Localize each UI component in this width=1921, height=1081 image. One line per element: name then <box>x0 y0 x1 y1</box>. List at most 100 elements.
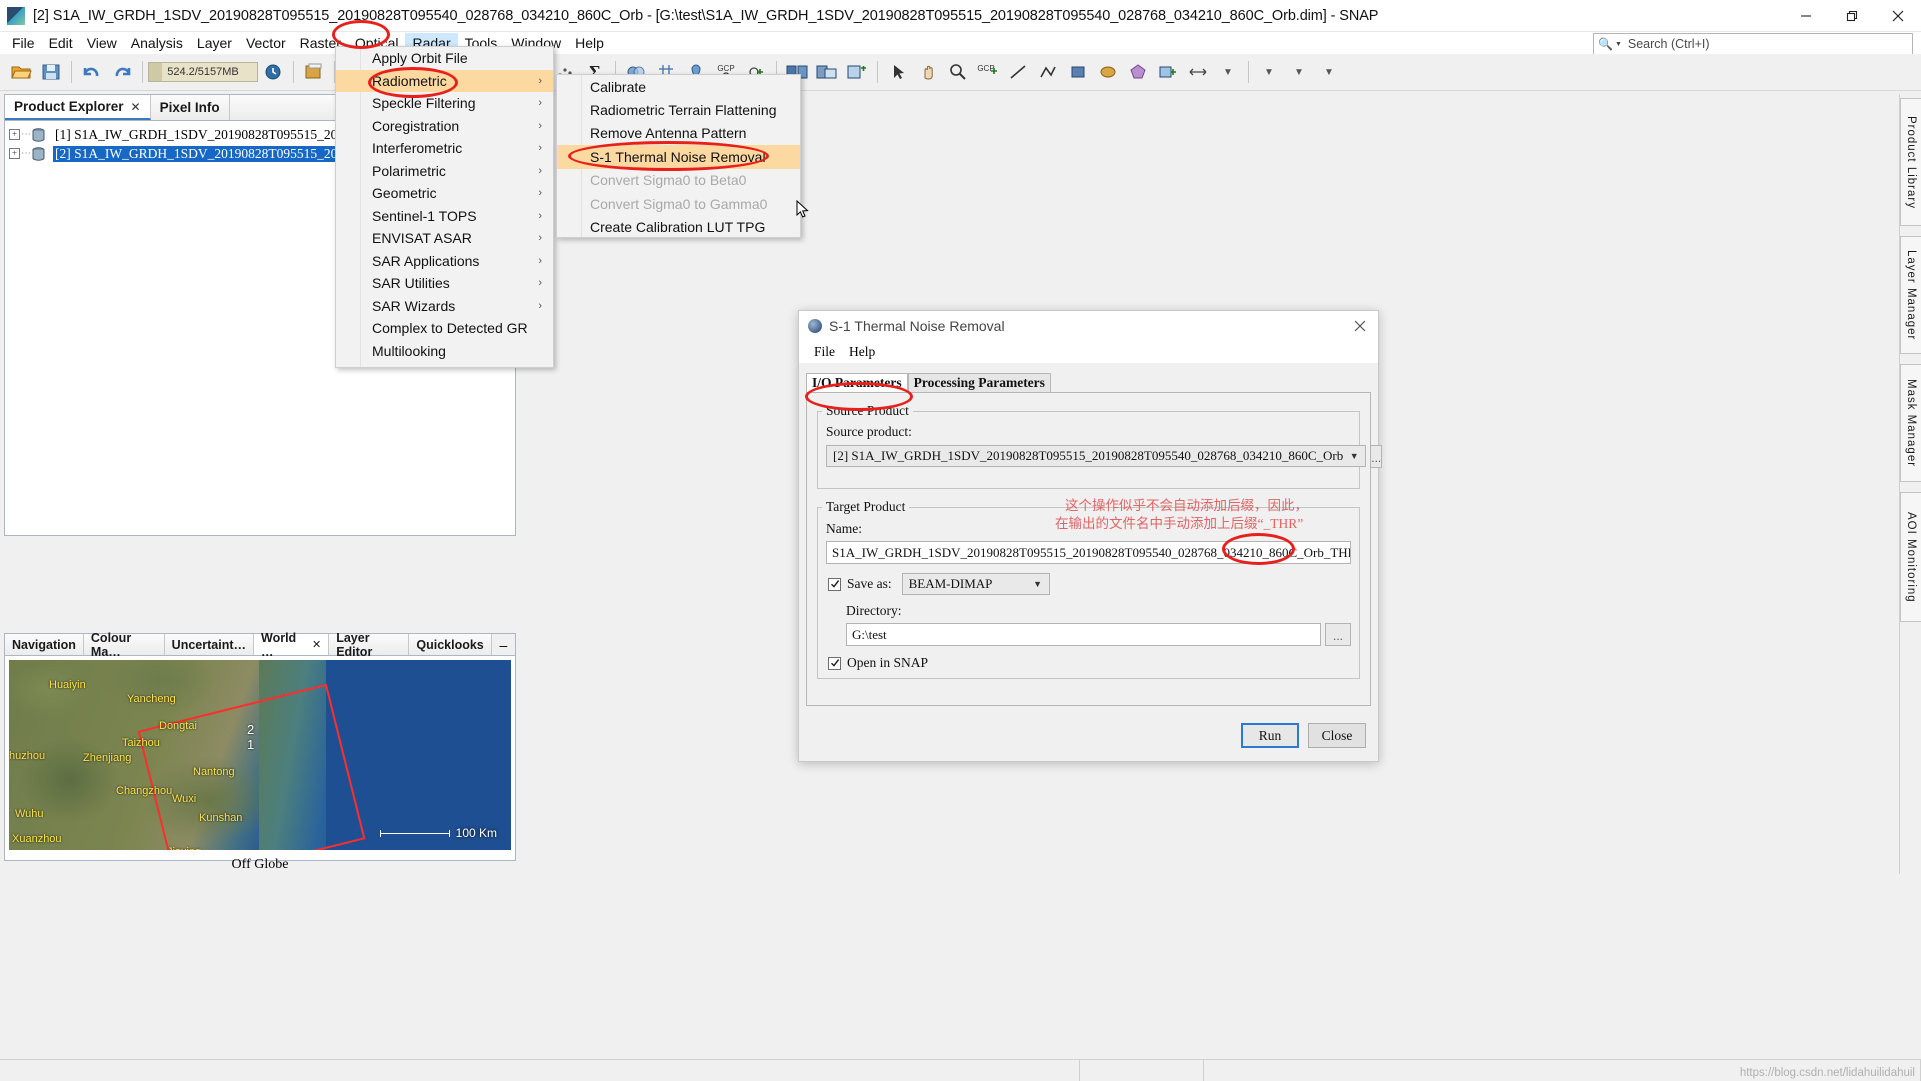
menu-edit[interactable]: Edit <box>42 33 80 53</box>
polyline-drawing-icon[interactable] <box>1033 57 1063 87</box>
dialog-menu-help[interactable]: Help <box>842 343 882 361</box>
dialog-close-button[interactable] <box>1342 311 1378 341</box>
polygon-drawing-icon[interactable] <box>1123 57 1153 87</box>
expand-icon[interactable]: + <box>9 148 20 159</box>
menu-file[interactable]: File <box>5 33 42 53</box>
expand-icon[interactable]: + <box>9 129 20 140</box>
tab-pixel-info[interactable]: Pixel Info <box>150 95 230 120</box>
tab-navigation[interactable]: Navigation <box>5 634 84 655</box>
run-button[interactable]: Run <box>1241 723 1299 748</box>
pan-tool-icon[interactable] <box>913 57 943 87</box>
menu-item-complex-to-detected-gr[interactable]: Complex to Detected GR <box>336 317 553 340</box>
submenu-item-create-calibration-lut-tpg[interactable]: Create Calibration LUT TPG <box>557 215 800 238</box>
band-maths-icon[interactable] <box>842 57 872 87</box>
menu-item-multilooking[interactable]: Multilooking <box>336 340 553 363</box>
undo-icon[interactable] <box>77 57 107 87</box>
menu-view[interactable]: View <box>80 33 124 53</box>
zoom-tool-icon[interactable] <box>943 57 973 87</box>
close-button[interactable]: Close <box>1308 723 1366 748</box>
open-in-snap-checkbox[interactable] <box>828 656 841 670</box>
source-product-combobox[interactable]: [2] S1A_IW_GRDH_1SDV_20190828T095515_201… <box>826 445 1367 467</box>
close-icon[interactable]: ✕ <box>131 100 141 114</box>
menu-help[interactable]: Help <box>568 33 611 53</box>
product-library-icon[interactable] <box>299 57 329 87</box>
rectangle-drawing-icon[interactable] <box>1063 57 1093 87</box>
dock-tab-aoi-monitoring[interactable]: AOI Monitoring <box>1900 492 1921 622</box>
gcp-tool-icon[interactable]: GCP <box>973 57 1003 87</box>
submenu-item-convert-sigma0-to-beta0: Convert Sigma0 to Beta0 <box>590 172 747 189</box>
tab-uncertainty[interactable]: Uncertaint… <box>164 634 254 655</box>
save-as-checkbox[interactable] <box>828 577 841 591</box>
menu-item-sar-wizards[interactable]: SAR Wizards › <box>336 295 553 318</box>
menu-item-apply-orbit-file[interactable]: Apply Orbit File <box>336 47 553 70</box>
chevron-down-icon[interactable]: ▼ <box>1343 451 1365 461</box>
tab-processing-parameters[interactable]: Processing Parameters <box>907 373 1051 393</box>
tab-quicklooks[interactable]: Quicklooks <box>409 634 492 655</box>
menu-item-geometric[interactable]: Geometric › <box>336 182 553 205</box>
target-name-input[interactable]: S1A_IW_GRDH_1SDV_20190828T095515_2019082… <box>826 541 1351 564</box>
tab-colour-manipulation[interactable]: Colour Ma… <box>83 631 165 659</box>
dock-tab-mask-manager[interactable]: Mask Manager <box>1900 364 1921 482</box>
minimize-button[interactable] <box>1783 0 1829 32</box>
chevron-right-icon: › <box>538 232 542 245</box>
session-icon[interactable] <box>258 57 288 87</box>
product-database-icon <box>31 127 46 142</box>
submenu-item-remove-antenna-pattern[interactable]: Remove Antenna Pattern <box>557 122 800 145</box>
menu-layer[interactable]: Layer <box>190 33 239 53</box>
source-product-browse-button[interactable]: ... <box>1370 445 1383 468</box>
restore-button[interactable] <box>1829 0 1875 32</box>
city-label: Huaiyin <box>49 679 86 691</box>
range-finder-icon[interactable] <box>1183 57 1213 87</box>
city-label: Wuxi <box>172 793 197 805</box>
menu-item-interferometric[interactable]: Interferometric › <box>336 137 553 160</box>
menu-item-coregistration[interactable]: Coregistration › <box>336 115 553 138</box>
selection-tool-icon[interactable] <box>883 57 913 87</box>
save-product-icon[interactable] <box>36 57 66 87</box>
insert-icon[interactable] <box>1153 57 1183 87</box>
memory-usage-indicator[interactable]: 524.2/5157MB <box>148 62 258 82</box>
submenu-item-calibrate[interactable]: Calibrate <box>557 75 800 98</box>
menu-item-polarimetric[interactable]: Polarimetric › <box>336 160 553 183</box>
directory-browse-button[interactable]: ... <box>1325 623 1351 646</box>
open-product-icon[interactable] <box>6 57 36 87</box>
minimize-panel-button[interactable]: – <box>492 634 515 655</box>
target-name-label: Name: <box>826 521 862 536</box>
line-drawing-icon[interactable] <box>1003 57 1033 87</box>
dialog-menu-file[interactable]: File <box>807 343 842 361</box>
overflow-chevron-3-icon[interactable]: ▼ <box>1314 57 1344 87</box>
menu-item-sentinel-1-tops[interactable]: Sentinel-1 TOPS › <box>336 205 553 228</box>
tab-layer-editor[interactable]: Layer Editor <box>329 631 410 659</box>
tab-product-explorer[interactable]: Product Explorer ✕ <box>5 95 151 120</box>
dock-tab-layer-manager-label: Layer Manager <box>1905 249 1917 341</box>
menu-vector[interactable]: Vector <box>239 33 293 53</box>
menu-item-sar-utilities[interactable]: SAR Utilities › <box>336 272 553 295</box>
redo-icon[interactable] <box>107 57 137 87</box>
directory-input[interactable]: G:\test <box>846 623 1321 646</box>
format-combobox[interactable]: BEAM-DIMAP ▼ <box>901 573 1050 595</box>
ellipse-drawing-icon[interactable] <box>1093 57 1123 87</box>
close-icon[interactable]: ✕ <box>312 638 321 651</box>
snap-logo-icon <box>7 6 25 25</box>
world-map-canvas[interactable]: Huaiyin Yancheng Dongtai Taizhou Zhenjia… <box>9 660 511 850</box>
subset-icon[interactable] <box>812 57 842 87</box>
tab-world-view[interactable]: World … ✕ <box>254 631 330 659</box>
menu-item-speckle-filtering[interactable]: Speckle Filtering › <box>336 92 553 115</box>
menu-item-radiometric[interactable]: Radiometric › <box>336 69 553 92</box>
search-input[interactable]: 🔍 ▼ Search (Ctrl+I) <box>1593 33 1913 55</box>
more-icon[interactable]: ▼ <box>1213 57 1243 87</box>
dock-tab-layer-manager[interactable]: Layer Manager <box>1900 236 1921 354</box>
overflow-chevron-1-icon[interactable]: ▼ <box>1254 57 1284 87</box>
menu-item-envisat-asar[interactable]: ENVISAT ASAR › <box>336 227 553 250</box>
chevron-down-icon[interactable]: ▼ <box>1027 579 1049 589</box>
submenu-item-s1-thermal-noise-removal[interactable]: S-1 Thermal Noise Removal <box>557 145 800 169</box>
tab-io-parameters[interactable]: I/O Parameters <box>806 373 908 393</box>
overflow-chevron-2-icon[interactable]: ▼ <box>1284 57 1314 87</box>
chevron-right-icon: › <box>538 254 542 267</box>
city-label: Taizhou <box>122 737 160 749</box>
title-bar: [2] S1A_IW_GRDH_1SDV_20190828T095515_201… <box>0 0 1921 32</box>
submenu-item-radiometric-terrain-flattening[interactable]: Radiometric Terrain Flattening <box>557 98 800 121</box>
menu-item-sar-applications[interactable]: SAR Applications › <box>336 250 553 273</box>
dock-tab-product-library[interactable]: Product Library <box>1900 98 1921 226</box>
close-button[interactable] <box>1875 0 1921 32</box>
menu-analysis[interactable]: Analysis <box>124 33 190 53</box>
